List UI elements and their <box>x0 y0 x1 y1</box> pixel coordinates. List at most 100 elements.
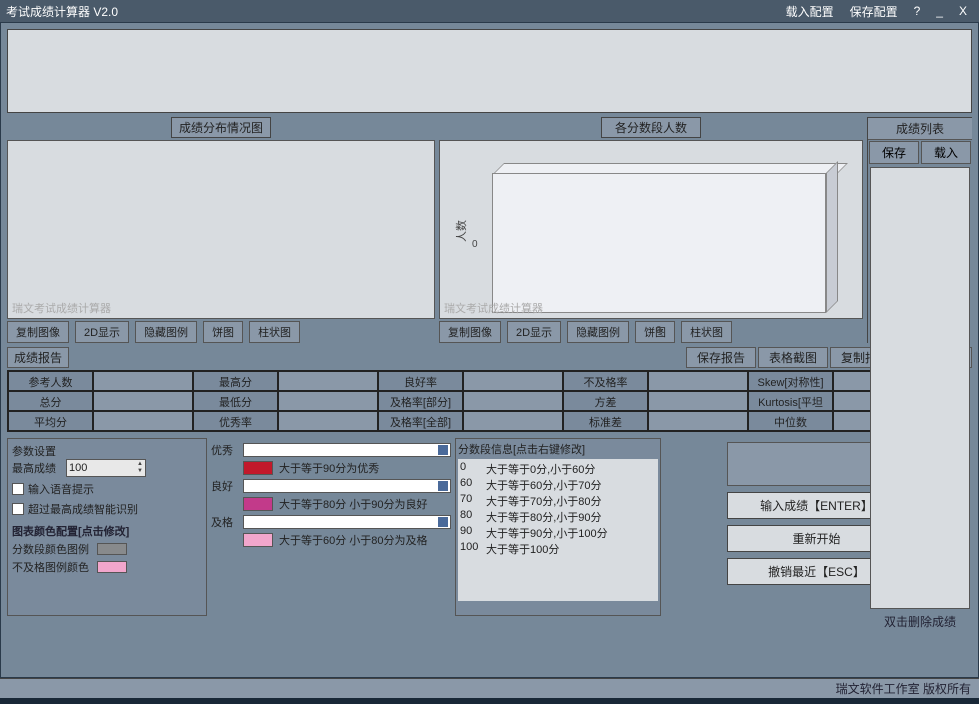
slider-label-pass: 及格 <box>211 514 243 530</box>
report-label: 平均分 <box>8 411 93 431</box>
smart-checkbox[interactable]: 超过最高成绩智能识别 <box>12 501 202 517</box>
chart-toolbar-1[interactable]: 2D显示 <box>75 321 129 343</box>
minimize-button[interactable]: _ <box>930 4 949 18</box>
report-label: 及格率[全部] <box>378 411 463 431</box>
segment-key: 80 <box>460 509 486 525</box>
report-label: 最低分 <box>193 391 278 411</box>
report-value <box>648 371 748 391</box>
status-bar: 瑞文软件工作室 版权所有 <box>0 678 979 698</box>
chart-toolbar-4[interactable]: 柱状图 <box>249 321 300 343</box>
report-section-label: 成绩报告 <box>7 347 69 368</box>
max-score-stepper[interactable]: 100 ▲▼ <box>66 459 146 477</box>
chart-toolbar-2[interactable]: 隐藏图例 <box>567 321 629 343</box>
segment-key: 0 <box>460 461 486 477</box>
slider-label-excellent: 优秀 <box>211 442 243 458</box>
slider-good[interactable] <box>243 479 451 493</box>
score-list-header: 成绩列表 <box>868 118 972 140</box>
chart2-ytick: 0 <box>472 239 478 250</box>
report-value <box>463 371 563 391</box>
report-value <box>278 391 378 411</box>
banner-area <box>7 29 972 113</box>
chart2-area: 人数 0 0 瑞文考试成绩计算器 <box>439 140 863 319</box>
chart1-toolbar: 复制图像 2D显示隐藏图例饼图柱状图 <box>7 321 435 343</box>
params-panel: 参数设置 最高成绩 100 ▲▼ 输入语音提示 超过最高成绩智能识别 图表颜色配… <box>7 438 207 616</box>
slider-swatch-pass[interactable] <box>243 533 273 547</box>
slider-label-good: 良好 <box>211 478 243 494</box>
main-area: 成绩分布情况图 瑞文考试成绩计算器 复制图像2D显示隐藏图例饼图柱状图 各分数段… <box>0 22 979 678</box>
slider-swatch-excellent[interactable] <box>243 461 273 475</box>
report-value <box>278 371 378 391</box>
save-config-button[interactable]: 保存配置 <box>844 3 904 20</box>
segment-desc: 大于等于100分 <box>486 541 559 557</box>
slider-swatch-good[interactable] <box>243 497 273 511</box>
help-button[interactable]: ? <box>908 4 927 18</box>
max-score-value: 100 <box>69 462 87 474</box>
report-label: 方差 <box>563 391 648 411</box>
slider-pass[interactable] <box>243 515 451 529</box>
max-score-label: 最高成绩 <box>12 460 66 476</box>
report-value <box>93 371 193 391</box>
segment-key: 90 <box>460 525 486 541</box>
score-list-load-button[interactable]: 载入 <box>921 141 971 164</box>
report-value <box>463 391 563 411</box>
segment-key: 60 <box>460 477 486 493</box>
report-label: 最高分 <box>193 371 278 391</box>
chart-toolbar-4[interactable]: 柱状图 <box>681 321 732 343</box>
report-value <box>648 391 748 411</box>
chart-toolbar-0[interactable]: 复制图像 <box>7 321 69 343</box>
voice-checkbox[interactable]: 输入语音提示 <box>12 481 202 497</box>
chart2-ylabel: 人数 <box>453 220 469 242</box>
title-bar: 考试成绩计算器 V2.0 载入配置 保存配置 ? _ X <box>0 0 979 22</box>
stepper-buttons-icon[interactable]: ▲▼ <box>137 461 143 475</box>
segment-desc: 大于等于60分,小于70分 <box>486 477 602 493</box>
chart-toolbar-1[interactable]: 2D显示 <box>507 321 561 343</box>
report-label: 不及格率 <box>563 371 648 391</box>
report-label: 优秀率 <box>193 411 278 431</box>
slider-desc-excellent: 大于等于90分为优秀 <box>279 460 379 476</box>
report-value <box>463 411 563 431</box>
chart-toolbar-0[interactable]: 复制图像 <box>439 321 501 343</box>
report-label: 中位数 <box>748 411 833 431</box>
score-list-panel: 成绩列表 保存 载入 双击删除成绩 <box>867 117 972 343</box>
slider-excellent[interactable] <box>243 443 451 457</box>
report-value <box>648 411 748 431</box>
load-config-button[interactable]: 载入配置 <box>780 3 840 20</box>
report-label: 良好率 <box>378 371 463 391</box>
chart-toolbar-2[interactable]: 隐藏图例 <box>135 321 197 343</box>
chart1-title: 成绩分布情况图 <box>171 117 271 138</box>
report-label: 标准差 <box>563 411 648 431</box>
report-label: 及格率[部分] <box>378 391 463 411</box>
score-list-footer: 双击删除成绩 <box>868 611 972 632</box>
fail-color-label: 不及格图例颜色 <box>12 559 89 575</box>
fail-color-swatch[interactable] <box>97 561 127 573</box>
report-value <box>93 391 193 411</box>
segments-list[interactable]: 0大于等于0分,小于60分60大于等于60分,小于70分70大于等于70分,小于… <box>458 459 658 601</box>
report-button-0[interactable]: 保存报告 <box>686 347 756 368</box>
segment-desc: 大于等于0分,小于60分 <box>486 461 595 477</box>
segment-desc: 大于等于80分,小于90分 <box>486 509 602 525</box>
report-value <box>278 411 378 431</box>
seg-color-label: 分数段颜色图例 <box>12 541 89 557</box>
copyright: 瑞文软件工作室 版权所有 <box>836 680 971 697</box>
score-list[interactable] <box>870 167 970 609</box>
report-grid: 参考人数最高分良好率不及格率Skew[对称性]总分最低分及格率[部分]方差Kur… <box>7 370 935 432</box>
report-button-1[interactable]: 表格截图 <box>758 347 828 368</box>
slider-desc-pass: 大于等于60分 小于80分为及格 <box>279 532 428 548</box>
report-label: Kurtosis[平坦性] <box>748 391 833 411</box>
segment-desc: 大于等于70分,小于80分 <box>486 493 602 509</box>
score-list-save-button[interactable]: 保存 <box>869 141 919 164</box>
segment-desc: 大于等于90分,小于100分 <box>486 525 608 541</box>
chart2-title: 各分数段人数 <box>601 117 701 138</box>
segments-header: 分数段信息[点击右键修改] <box>458 441 658 457</box>
app-title: 考试成绩计算器 V2.0 <box>6 3 118 20</box>
chart-toolbar-3[interactable]: 饼图 <box>203 321 243 343</box>
color-config-header: 图表颜色配置[点击修改] <box>12 523 202 539</box>
seg-color-swatch[interactable] <box>97 543 127 555</box>
report-label: 参考人数 <box>8 371 93 391</box>
chart1-area: 瑞文考试成绩计算器 <box>7 140 435 319</box>
slider-desc-good: 大于等于80分 小于90分为良好 <box>279 496 428 512</box>
chart2-watermark: 瑞文考试成绩计算器 <box>444 300 543 316</box>
close-button[interactable]: X <box>953 4 973 18</box>
chart2-xtick: 0 <box>656 325 662 336</box>
report-value <box>93 411 193 431</box>
